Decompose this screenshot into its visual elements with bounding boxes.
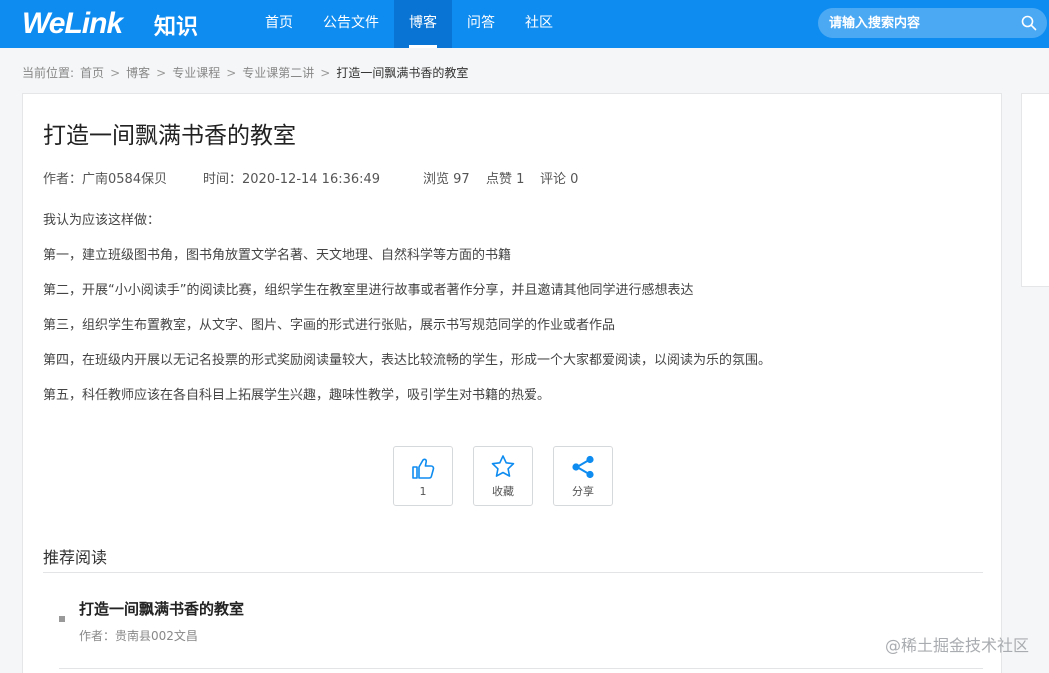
breadcrumb-current: 打造一间飘满书香的教室 — [336, 66, 469, 80]
nav-community[interactable]: 社区 — [510, 0, 568, 48]
recommend-item-title[interactable]: 打造一间飘满书香的教室 — [79, 598, 244, 619]
breadcrumb-course[interactable]: 专业课程 — [172, 64, 220, 81]
welink-logo[interactable]: WeLink — [22, 7, 123, 41]
main-nav: 首页 公告文件 博客 问答 社区 — [250, 0, 568, 48]
divider — [43, 572, 983, 573]
recommend-heading: 推荐阅读 — [43, 548, 108, 567]
article-author[interactable]: 作者：广南0584保贝 — [43, 168, 167, 187]
star-icon — [491, 455, 515, 477]
recommend-item-author: 作者：贵南县002文昌 — [79, 629, 198, 643]
bullet-icon — [59, 616, 65, 622]
article-paragraph: 第一，建立班级图书角，图书角放置文学名著、天文地理、自然科学等方面的书籍 — [43, 248, 512, 263]
article-body: 我认为应该这样做： 第一，建立班级图书角，图书角放置文学名著、天文地理、自然科学… — [43, 212, 983, 422]
article-paragraph: 第三，组织学生布置教室，从文字、图片、字画的形式进行张贴，展示书写规范同学的作业… — [43, 318, 616, 333]
logo-subtitle: 知识 — [154, 15, 199, 40]
like-count: 1 — [419, 484, 427, 498]
sidebar-card — [1021, 93, 1049, 287]
nav-blog[interactable]: 博客 — [394, 0, 452, 48]
breadcrumb-home[interactable]: 首页 — [80, 64, 104, 81]
nav-announcements[interactable]: 公告文件 — [308, 0, 394, 48]
breadcrumb-prefix: 当前位置: — [22, 66, 75, 80]
article-paragraph: 第四，在班级内开展以无记名投票的形式奖励阅读量较大，表达比较流畅的学生，形成一个… — [43, 353, 772, 368]
favorite-button[interactable]: 收藏 — [473, 446, 533, 506]
article-paragraph: 我认为应该这样做： — [43, 213, 161, 228]
article-time: 时间：2020-12-14 16:36:49 — [203, 172, 381, 187]
article-paragraph: 第五，科任教师应该在各自科目上拓展学生兴趣，趣味性教学，吸引学生对书籍的热爱。 — [43, 388, 551, 403]
recommend-item[interactable]: 打造一间飘满书香的教室 作者：贵南县002文昌 — [59, 590, 983, 670]
article-title: 打造一间飘满书香的教室 — [43, 123, 296, 149]
article-card: 打造一间飘满书香的教室 作者：广南0584保贝 时间：2020-12-14 16… — [22, 93, 1002, 673]
share-icon — [572, 455, 594, 479]
breadcrumb-separator: > — [226, 65, 237, 80]
breadcrumb-separator: > — [320, 65, 331, 80]
like-button[interactable]: 1 — [393, 446, 453, 506]
article-actions: 1 收藏 分享 — [393, 446, 613, 506]
top-header: WeLink 知识 首页 公告文件 博客 问答 社区 — [0, 0, 1049, 48]
article-likes: 点赞 1 — [486, 172, 525, 187]
nav-home[interactable]: 首页 — [250, 0, 308, 48]
share-button[interactable]: 分享 — [553, 446, 613, 506]
article-comments: 评论 0 — [540, 172, 579, 187]
search-input[interactable] — [818, 8, 1018, 38]
watermark: @稀土掘金技术社区 — [884, 636, 1029, 655]
nav-qa[interactable]: 问答 — [452, 0, 510, 48]
divider — [59, 668, 983, 669]
breadcrumb-lesson[interactable]: 专业课第二讲 — [242, 64, 314, 81]
thumbs-up-icon — [412, 457, 435, 479]
breadcrumb: 当前位置: 首页 > 博客 > 专业课程 > 专业课第二讲 > 打造一间飘满书香… — [22, 64, 468, 81]
favorite-label: 收藏 — [492, 485, 514, 498]
article-views: 浏览 97 — [423, 172, 470, 187]
breadcrumb-separator: > — [110, 65, 121, 80]
search-icon[interactable] — [1021, 15, 1037, 31]
article-paragraph: 第二，开展“小小阅读手”的阅读比赛，组织学生在教室里进行故事或者著作分享，并且邀… — [43, 283, 694, 298]
breadcrumb-blog[interactable]: 博客 — [126, 64, 150, 81]
search-box — [818, 8, 1047, 38]
breadcrumb-separator: > — [156, 65, 167, 80]
share-label: 分享 — [572, 485, 594, 498]
